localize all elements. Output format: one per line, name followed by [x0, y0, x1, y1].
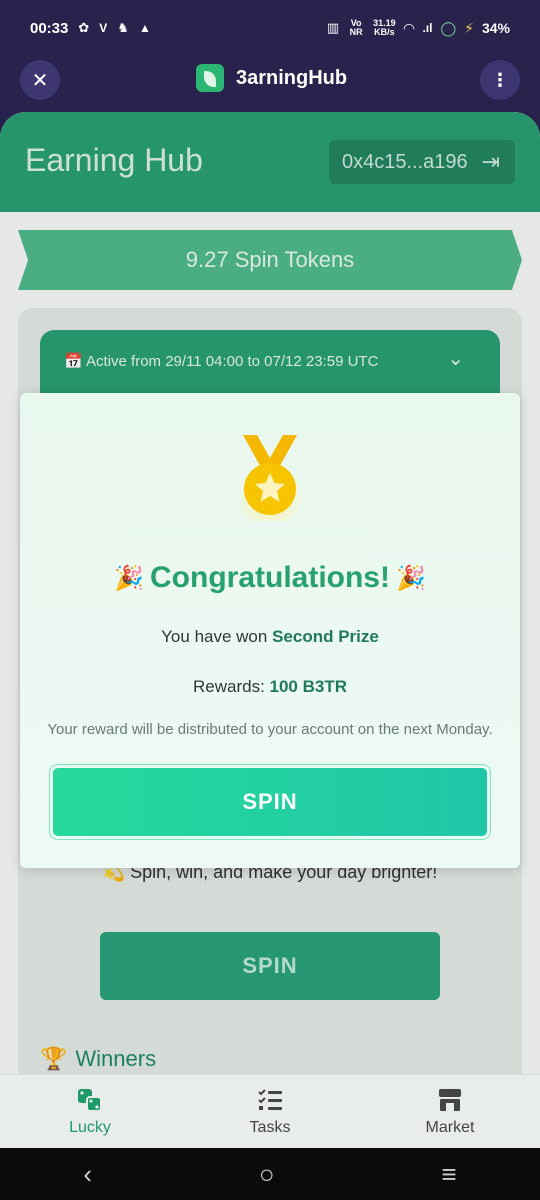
nav-tasks[interactable]: Tasks — [180, 1075, 360, 1148]
wallet-address: 0x4c15...a196 — [342, 150, 468, 173]
nav-market[interactable]: Market — [360, 1075, 540, 1148]
ring-icon: ◯ — [440, 19, 457, 36]
v-icon: V — [99, 21, 108, 35]
nav-market-label: Market — [425, 1118, 475, 1136]
reward-value: 100 B3TR — [269, 677, 347, 696]
reward-note: Your reward will be distributed to your … — [47, 721, 493, 738]
cloud-icon: ▲ — [138, 21, 151, 35]
rewards-label: Rewards: — [192, 677, 270, 696]
congrats-title: Congratulations! — [150, 561, 390, 594]
charging-icon: ⚡ — [464, 19, 474, 36]
status-bar: 00:33 ✿ V ♞ ▲ ▥ Vo NR 31.19 KB/s ◠ .ıl ◯… — [0, 0, 540, 56]
nav-tasks-label: Tasks — [249, 1118, 291, 1136]
app-brand: 3arningHub — [196, 64, 347, 92]
calendar-icon: 📅 — [64, 353, 83, 370]
bottom-nav: Lucky Tasks Market — [0, 1074, 540, 1148]
status-time: 00:33 — [30, 19, 69, 37]
spin-button-label: SPIN — [242, 953, 298, 978]
trophy-icon: 🏆 — [40, 1046, 68, 1071]
recents-icon[interactable]: ≡ — [441, 1159, 456, 1190]
party-popper-icon: 🎉 — [396, 564, 426, 592]
logout-icon: ⇥ — [481, 149, 501, 174]
nav-lucky-label: Lucky — [69, 1118, 111, 1136]
modal-spin-label: SPIN — [242, 789, 298, 814]
checklist-icon — [258, 1088, 282, 1110]
settings-icon: ✿ — [78, 20, 90, 35]
event-active-text: Active from 29/11 04:00 to 07/12 23:59 U… — [86, 353, 379, 370]
back-icon[interactable]: ‹ — [83, 1159, 92, 1190]
notification-icon: ♞ — [117, 20, 129, 35]
spin-tokens-banner: 9.27 Spin Tokens — [18, 230, 522, 290]
network-speed: 31.19 KB/s — [373, 19, 396, 37]
congrats-modal: 🎉 Congratulations! 🎉 You have won Second… — [20, 393, 520, 868]
close-button[interactable]: ✕ — [20, 60, 60, 100]
store-icon — [439, 1088, 461, 1111]
party-popper-icon: 🎉 — [114, 564, 144, 592]
modal-spin-button[interactable]: SPIN — [50, 765, 490, 839]
more-button[interactable]: ⋮ — [480, 60, 520, 100]
won-prefix: You have won — [161, 627, 273, 646]
rewards-text: Rewards: 100 B3TR — [20, 677, 520, 697]
prize-name: Second Prize — [272, 627, 379, 646]
wallet-button[interactable]: 0x4c15...a196 ⇥ — [329, 140, 515, 184]
top-bar: 00:33 ✿ V ♞ ▲ ▥ Vo NR 31.19 KB/s ◠ .ıl ◯… — [0, 0, 540, 112]
battery-level: 34% — [481, 20, 510, 36]
wifi-icon: ◠ — [403, 19, 415, 36]
earning-header: Earning Hub 0x4c15...a196 ⇥ — [0, 112, 540, 212]
more-vertical-icon: ⋮ — [491, 69, 509, 90]
page-title: Earning Hub — [25, 142, 203, 178]
vo-nr: Vo NR — [349, 18, 363, 37]
winners-label: Winners — [75, 1046, 157, 1071]
app-logo-icon — [196, 64, 224, 92]
won-text: You have won Second Prize — [20, 627, 520, 647]
close-icon: ✕ — [31, 69, 49, 92]
spin-tokens-label: 9.27 Spin Tokens — [185, 247, 355, 272]
winners-heading: 🏆 Winners — [40, 1046, 156, 1072]
home-icon[interactable]: ○ — [259, 1159, 275, 1190]
dice-icon — [78, 1088, 102, 1112]
chevron-down-icon[interactable]: ⌄ — [447, 346, 464, 371]
network-speed-unit: KB/s — [374, 27, 395, 37]
system-nav-bar: ‹ ○ ≡ — [0, 1148, 540, 1200]
app-bar: ✕ 3arningHub ⋮ — [0, 56, 540, 112]
nav-lucky[interactable]: Lucky — [0, 1075, 180, 1148]
spin-button[interactable]: SPIN — [100, 932, 440, 1000]
congrats-heading: 🎉 Congratulations! 🎉 — [20, 561, 520, 595]
medal-icon — [235, 435, 305, 521]
app-title: 3arningHub — [236, 66, 348, 89]
signal-icon: .ıl — [422, 21, 433, 35]
vibrate-icon: ▥ — [326, 20, 340, 35]
